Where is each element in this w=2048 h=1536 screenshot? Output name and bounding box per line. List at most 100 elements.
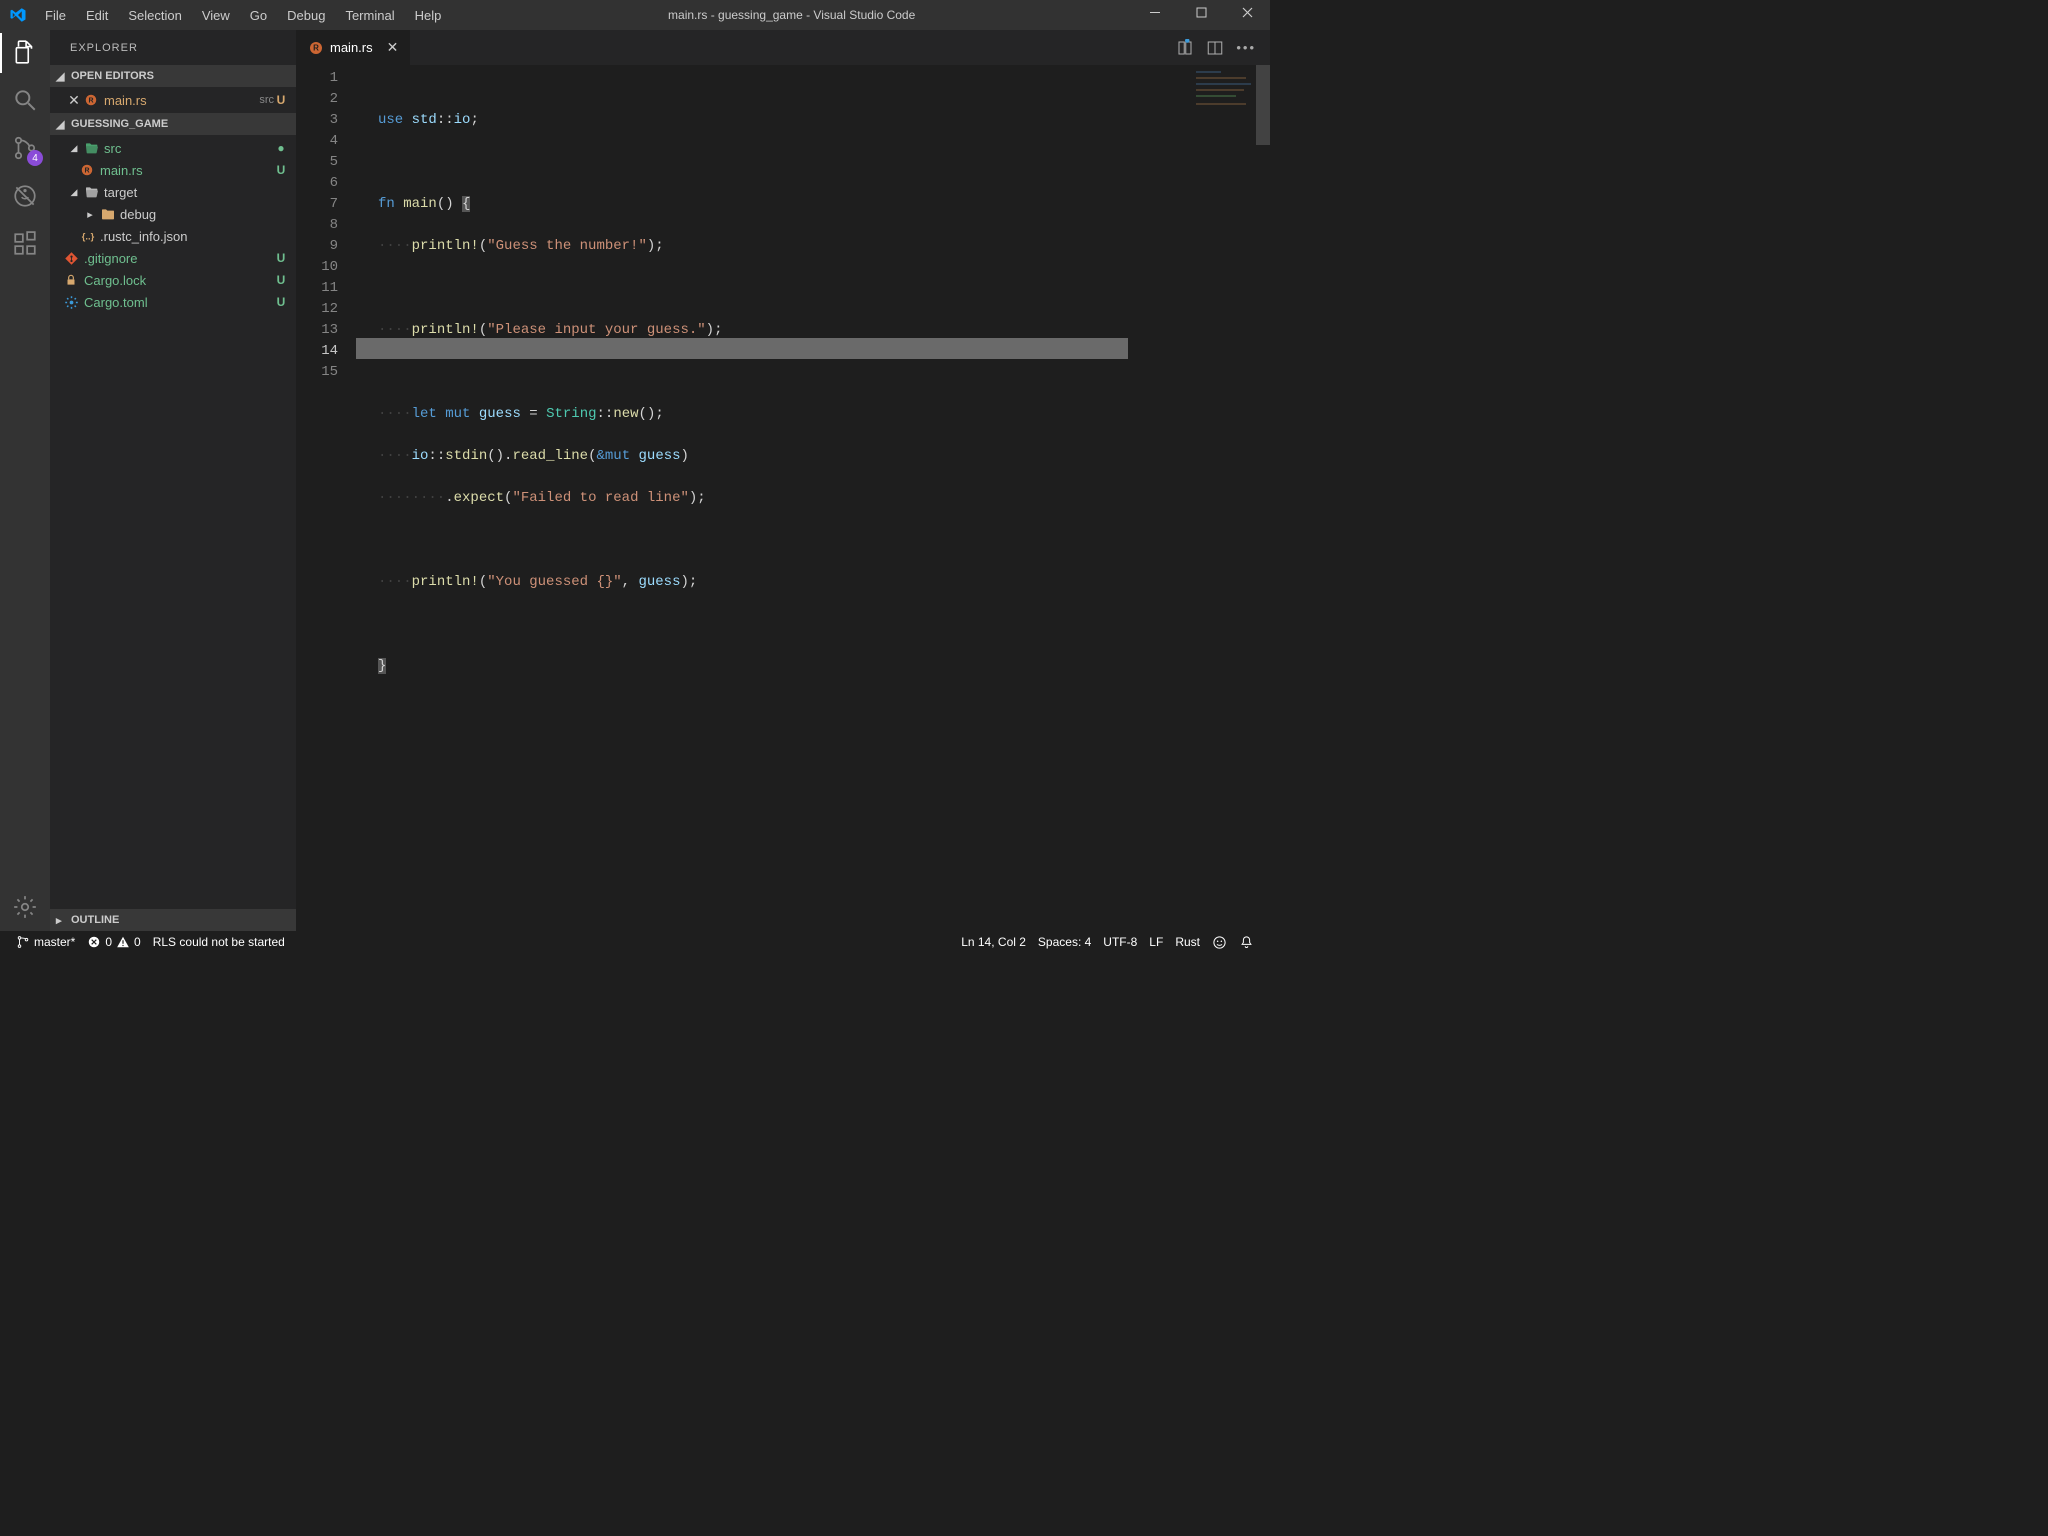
menu-edit[interactable]: Edit <box>76 2 118 29</box>
menu-go[interactable]: Go <box>240 2 277 29</box>
encoding[interactable]: UTF-8 <box>1097 935 1143 949</box>
code-editor[interactable]: 123456789101112131415 use std::io; fn ma… <box>296 65 1270 931</box>
tab-label: main.rs <box>330 40 373 55</box>
menu-selection[interactable]: Selection <box>118 2 191 29</box>
menu-terminal[interactable]: Terminal <box>335 2 404 29</box>
menu-file[interactable]: File <box>35 2 76 29</box>
sidebar: EXPLORER ◢ OPEN EDITORS ✕ R main.rs src … <box>50 30 296 931</box>
tree-item-target[interactable]: ◢ target <box>50 181 296 203</box>
split-editor-icon[interactable] <box>1206 39 1224 57</box>
folder-open-icon <box>84 184 104 200</box>
tree-item-label: Cargo.toml <box>84 295 274 310</box>
close-button[interactable] <box>1224 0 1270 30</box>
svg-text:R: R <box>84 167 89 174</box>
line-number-gutter: 123456789101112131415 <box>296 65 356 931</box>
extensions-icon[interactable] <box>11 230 39 258</box>
project-header[interactable]: ◢ GUESSING_GAME <box>50 113 296 135</box>
chevron-down-icon: ◢ <box>56 118 67 131</box>
tree-item-label: .rustc_info.json <box>100 229 288 244</box>
status-message[interactable]: RLS could not be started <box>147 935 291 949</box>
warning-count: 0 <box>134 935 141 949</box>
activity-bar: 4 <box>0 30 50 931</box>
folder-icon <box>100 206 120 222</box>
chevron-down-icon: ◢ <box>56 70 67 83</box>
svg-text:R: R <box>313 43 319 52</box>
minimap[interactable] <box>1196 69 1256 129</box>
tabs: R main.rs ✕ ••• <box>296 30 1270 65</box>
maximize-button[interactable] <box>1178 0 1224 30</box>
tree-item-label: target <box>104 185 288 200</box>
eol[interactable]: LF <box>1143 935 1169 949</box>
menu-debug[interactable]: Debug <box>277 2 335 29</box>
compare-changes-icon[interactable] <box>1176 39 1194 57</box>
tab-close-icon[interactable]: ✕ <box>387 39 399 56</box>
svg-text:R: R <box>88 97 93 104</box>
rust-file-icon: R <box>308 40 324 56</box>
close-icon[interactable]: ✕ <box>64 92 84 109</box>
git-status-marker: U <box>274 163 288 177</box>
debug-icon[interactable] <box>11 182 39 210</box>
error-count: 0 <box>105 935 112 949</box>
settings-gear-icon[interactable] <box>11 893 39 921</box>
open-editor-item[interactable]: ✕ R main.rs src U <box>50 89 296 111</box>
outline-header[interactable]: ▸ OUTLINE <box>50 909 296 931</box>
source-control-icon[interactable]: 4 <box>11 134 39 162</box>
open-editors-header[interactable]: ◢ OPEN EDITORS <box>50 65 296 87</box>
open-editors-label: OPEN EDITORS <box>71 70 154 82</box>
explorer-icon[interactable] <box>11 38 39 66</box>
code-content[interactable]: use std::io; fn main() { ····println!("G… <box>356 65 1270 931</box>
git-branch[interactable]: master* <box>10 935 81 949</box>
git-status-marker: U <box>274 295 288 309</box>
indentation[interactable]: Spaces: 4 <box>1032 935 1097 949</box>
minimize-button[interactable] <box>1132 0 1178 30</box>
tree-item--gitignore[interactable]: .gitignoreU <box>50 247 296 269</box>
tree-item-Cargo-lock[interactable]: Cargo.lockU <box>50 269 296 291</box>
rust-file-icon: R <box>84 93 104 107</box>
status-bar: master* 0 0 RLS could not be started Ln … <box>0 931 1270 953</box>
file-path-note: src <box>259 94 274 106</box>
json-icon: {..} <box>80 228 100 244</box>
tree-item-label: main.rs <box>100 163 274 178</box>
tree-item-Cargo-toml[interactable]: Cargo.tomlU <box>50 291 296 313</box>
menu-view[interactable]: View <box>192 2 240 29</box>
rust-icon: R <box>80 163 100 177</box>
tree-item-label: .gitignore <box>84 251 274 266</box>
cursor-position[interactable]: Ln 14, Col 2 <box>955 935 1032 949</box>
project-label: GUESSING_GAME <box>71 118 168 130</box>
vscode-logo-icon <box>0 6 35 24</box>
tree-item-label: src <box>104 141 274 156</box>
git-icon <box>64 251 84 266</box>
menu-help[interactable]: Help <box>405 2 452 29</box>
window-title: main.rs - guessing_game - Visual Studio … <box>451 8 1132 22</box>
sidebar-title: EXPLORER <box>50 30 296 65</box>
lock-icon <box>64 273 84 287</box>
file-tree: ◢src●Rmain.rsU◢target▸debug{..}.rustc_in… <box>50 135 296 315</box>
editor-area: R main.rs ✕ ••• 123456789101112131415 us… <box>296 30 1270 931</box>
search-icon[interactable] <box>11 86 39 114</box>
chevron-down-icon: ◢ <box>64 143 84 154</box>
tree-item-src[interactable]: ◢ src● <box>50 137 296 159</box>
chevron-down-icon: ◢ <box>64 187 84 198</box>
tree-item--rustc_info-json[interactable]: {..} .rustc_info.json <box>50 225 296 247</box>
outline-label: OUTLINE <box>71 914 119 926</box>
language-mode[interactable]: Rust <box>1169 935 1206 949</box>
tree-item-main-rs[interactable]: Rmain.rsU <box>50 159 296 181</box>
git-status-marker: U <box>274 93 288 107</box>
scrollbar-thumb[interactable] <box>1256 65 1270 145</box>
notifications-bell-icon[interactable] <box>1233 935 1260 950</box>
git-status-marker: U <box>274 251 288 265</box>
feedback-smiley-icon[interactable] <box>1206 935 1233 950</box>
problems[interactable]: 0 0 <box>81 935 146 949</box>
branch-label: master* <box>34 935 75 949</box>
scm-badge: 4 <box>27 150 43 166</box>
chevron-right-icon: ▸ <box>80 208 100 221</box>
svg-text:{..}: {..} <box>82 231 95 241</box>
tree-item-label: debug <box>120 207 288 222</box>
file-label: main.rs <box>104 93 255 108</box>
more-actions-icon[interactable]: ••• <box>1236 40 1256 55</box>
tab-main-rs[interactable]: R main.rs ✕ <box>296 30 411 65</box>
git-status-marker: U <box>274 273 288 287</box>
tree-item-label: Cargo.lock <box>84 273 274 288</box>
modified-dot: ● <box>274 141 288 155</box>
tree-item-debug[interactable]: ▸ debug <box>50 203 296 225</box>
